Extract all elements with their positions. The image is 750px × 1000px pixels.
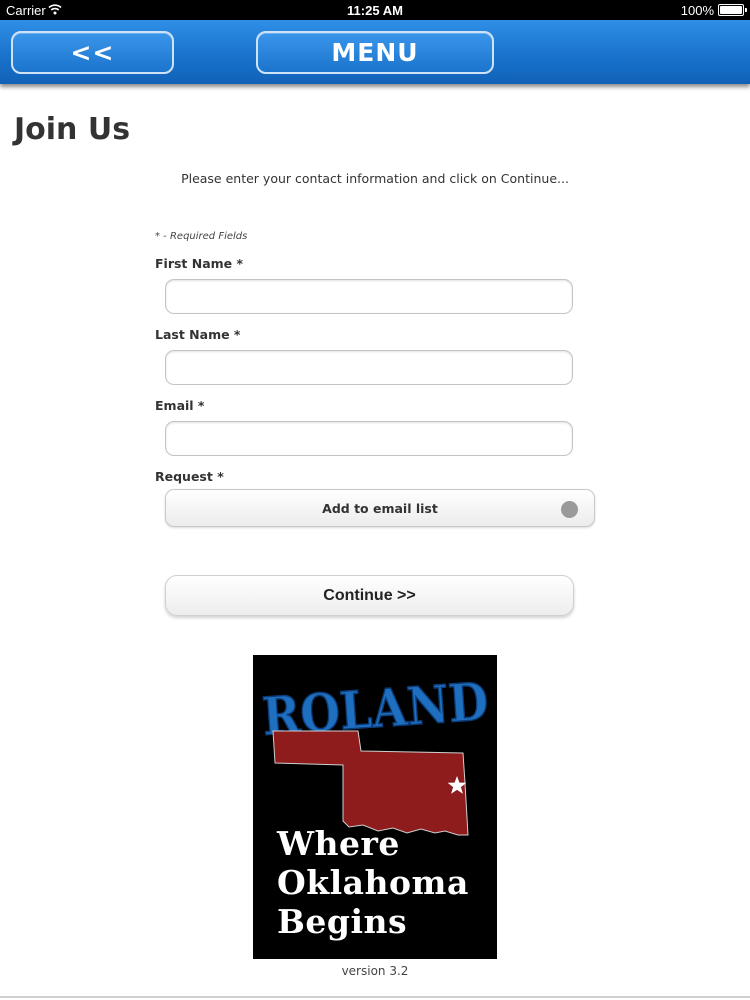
email-field[interactable]	[165, 421, 573, 456]
select-indicator-icon	[561, 501, 578, 518]
required-fields-note: * - Required Fields	[155, 231, 248, 242]
status-bar: Carrier 11:25 AM 100%	[0, 0, 750, 20]
continue-button[interactable]: Continue >>	[165, 575, 574, 616]
nav-bar: << MENU	[0, 20, 750, 84]
request-label: Request *	[155, 469, 224, 484]
battery-icon	[718, 4, 747, 16]
version-label: version 3.2	[341, 964, 409, 978]
back-button[interactable]: <<	[11, 31, 174, 74]
oklahoma-state-shape	[272, 730, 469, 836]
roland-logo: ROLAND Where Oklahoma Begins	[253, 655, 497, 959]
bottom-divider	[0, 996, 750, 998]
first-name-label: First Name *	[155, 256, 244, 271]
last-name-field[interactable]	[165, 350, 573, 385]
menu-button[interactable]: MENU	[256, 31, 494, 74]
request-select[interactable]: Add to email list	[165, 489, 595, 527]
instructions-text: Please enter your contact information an…	[181, 171, 569, 186]
battery-percent: 100%	[680, 3, 714, 18]
email-label: Email *	[155, 398, 205, 413]
logo-line-begins: Begins	[277, 902, 408, 941]
clock: 11:25 AM	[347, 3, 403, 18]
first-name-field[interactable]	[165, 279, 573, 314]
logo-line-where: Where	[277, 824, 400, 863]
request-select-value: Add to email list	[322, 500, 438, 516]
last-name-label: Last Name *	[155, 327, 241, 342]
logo-line-oklahoma: Oklahoma	[277, 863, 469, 902]
page-title: Join Us	[14, 112, 131, 147]
